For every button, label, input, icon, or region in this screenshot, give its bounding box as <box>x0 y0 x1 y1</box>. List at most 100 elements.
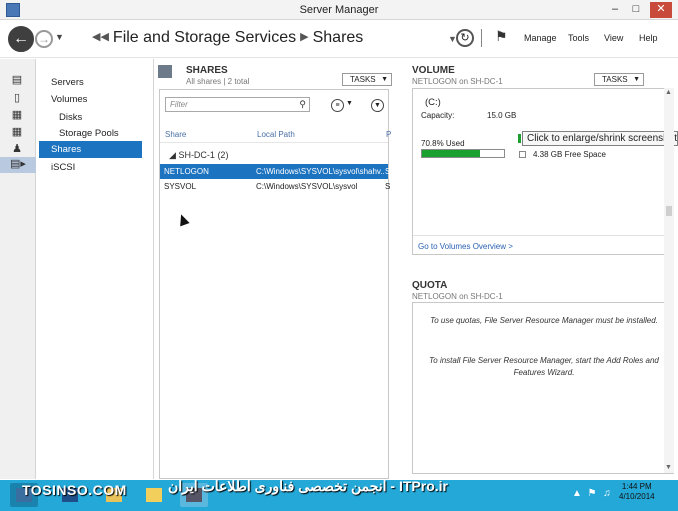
usage-bar <box>421 149 505 158</box>
clock-time: 1:44 PM <box>621 482 652 491</box>
sidebar-item-shares[interactable]: Shares <box>39 141 142 158</box>
quota-message-wizard[interactable]: To install File Server Resource Manager,… <box>425 355 663 379</box>
menu-manage[interactable]: Manage <box>524 33 557 43</box>
maximize-button[interactable]: □ <box>627 2 645 18</box>
volume-tasks-button[interactable]: TASKS ▼ <box>594 73 644 86</box>
used-legend-box <box>518 134 521 143</box>
icon-rail: ▤ ▯ ▦ ▦ ♟ ▤▸ <box>0 59 36 479</box>
taskbar: TOSINSO.COM انجمن تخصصی فناوری اطلاعات ا… <box>0 478 678 511</box>
flag-tray-icon[interactable]: ⚑ <box>586 488 598 500</box>
shares-list: Filter ⚲ ≡ ▼ ▼ Share Local Path P ◢ SH-D… <box>159 89 391 479</box>
drive-label: (C:) <box>425 97 441 108</box>
clock-date: 4/10/2014 <box>619 492 655 501</box>
column-header-protocol[interactable]: P <box>386 130 391 139</box>
sidebar-item-servers[interactable]: Servers <box>51 77 84 88</box>
capacity-label: Capacity: <box>421 111 455 120</box>
scroll-down-icon[interactable]: ▼ <box>665 464 672 471</box>
usage-bar-fill <box>422 150 481 157</box>
notifications-flag-icon[interactable]: ⚑ <box>495 28 508 45</box>
navigation-bar: ← → ▼ ◀◀ File and Storage Services ▶ Shares… <box>0 20 678 58</box>
list-options-icon[interactable]: ≡ <box>331 99 344 112</box>
chevron-right-icon: ▶ <box>300 31 309 43</box>
used-label: 70.8% Used <box>421 139 465 148</box>
share-protocol: S <box>385 182 391 191</box>
chevron-down-icon[interactable]: ▼ <box>346 100 353 107</box>
minimize-button[interactable]: – <box>606 2 624 18</box>
history-dropdown-icon[interactable]: ▼ <box>55 32 64 42</box>
file-storage-icon[interactable]: ▤▸ <box>0 157 36 173</box>
breadcrumb: ◀◀ File and Storage Services ▶ Shares <box>88 29 363 47</box>
back-button[interactable]: ← <box>8 26 34 52</box>
volume-tasks-label: TASKS <box>602 75 628 84</box>
clock[interactable]: 1:44 PM 4/10/2014 <box>619 482 655 502</box>
servers-group-icon[interactable]: ▦ <box>10 125 24 138</box>
share-name: SYSVOL <box>164 182 197 191</box>
title-bar: Server Manager – □ ✕ <box>0 0 678 20</box>
watermark-itpro: انجمن تخصصی فناوری اطلاعات ایران - ITPro… <box>168 478 448 494</box>
share-path: C:\Windows\SYSVOL\sysvol <box>256 182 358 191</box>
close-button[interactable]: ✕ <box>650 2 672 18</box>
table-row[interactable]: NETLOGON C:\Windows\SYSVOL\sysvol\shahv.… <box>160 164 391 179</box>
shares-tasks-button[interactable]: TASKS ▼ <box>342 73 392 86</box>
divider <box>160 142 388 143</box>
filter-input[interactable]: Filter ⚲ <box>165 97 310 112</box>
mouse-cursor-icon <box>176 212 190 227</box>
divider <box>413 235 673 236</box>
shares-panel: SHARES All shares | 2 total TASKS ▼ Filt… <box>156 62 396 480</box>
shares-icon <box>158 65 172 78</box>
column-header-share[interactable]: Share <box>165 130 186 139</box>
free-space-label: 4.38 GB Free Space <box>533 150 606 159</box>
scroll-up-icon[interactable]: ▲ <box>665 89 672 96</box>
expand-collapse-icon[interactable]: ▼ <box>371 99 384 112</box>
group-header[interactable]: ◢ SH-DC-1 (2) <box>169 150 228 161</box>
menu-view[interactable]: View <box>604 33 623 43</box>
quota-title: QUOTA <box>412 280 448 291</box>
watermark-tosinso: TOSINSO.COM <box>22 482 127 498</box>
volume-subtitle: NETLOGON on SH-DC-1 <box>412 77 503 86</box>
table-row[interactable]: SYSVOL C:\Windows\SYSVOL\sysvol S <box>160 179 391 194</box>
breadcrumb-separator-icon: ◀◀ <box>92 31 109 43</box>
window-title: Server Manager <box>299 4 379 16</box>
forward-button[interactable]: → <box>35 30 53 48</box>
group-label: SH-DC-1 (2) <box>178 150 229 160</box>
scrollbar-thumb[interactable] <box>666 206 672 216</box>
volume-panel: (C:) Capacity: 15.0 GB 70.8% Used 4.38 G… <box>412 88 674 255</box>
tooltip: Click to enlarge/shrink screenshot <box>522 131 678 146</box>
volume-title: VOLUME <box>412 65 455 76</box>
scrollbar[interactable]: ▲ ▼ <box>664 88 674 473</box>
quota-panel: To use quotas, File Server Resource Mana… <box>412 302 674 474</box>
menu-help[interactable]: Help <box>639 33 658 43</box>
column-header-local-path[interactable]: Local Path <box>257 130 295 139</box>
chevron-down-icon: ▼ <box>633 76 640 83</box>
local-server-icon[interactable]: ▯ <box>10 91 24 104</box>
volumes-overview-link[interactable]: Go to Volumes Overview > <box>418 242 513 251</box>
sidebar-item-volumes[interactable]: Volumes <box>51 94 87 105</box>
dashboard-icon[interactable]: ▤ <box>10 73 24 86</box>
chevron-down-icon: ▼ <box>381 76 388 83</box>
shares-tasks-label: TASKS <box>350 75 376 84</box>
taskbar-folder-icon[interactable] <box>140 483 168 507</box>
quota-message-install: To use quotas, File Server Resource Mana… <box>430 316 658 325</box>
share-path: C:\Windows\SYSVOL\sysvol\shahv... <box>256 167 384 176</box>
shares-title: SHARES <box>186 65 228 76</box>
free-space-legend-box <box>519 151 526 158</box>
ad-ds-icon[interactable]: ♟ <box>10 142 24 155</box>
all-servers-icon[interactable]: ▦ <box>10 108 24 121</box>
sidebar-item-storage-pools[interactable]: Storage Pools <box>59 128 119 139</box>
menu-tools[interactable]: Tools <box>568 33 589 43</box>
network-tray-icon[interactable]: ▲ <box>571 488 583 500</box>
refresh-icon[interactable]: ↻ <box>456 29 474 47</box>
share-name: NETLOGON <box>164 167 209 176</box>
breadcrumb-item-shares[interactable]: Shares <box>313 29 364 46</box>
search-icon[interactable]: ⚲ <box>299 98 306 111</box>
breadcrumb-item-file-storage[interactable]: File and Storage Services <box>113 29 296 46</box>
volume-tray-icon[interactable]: ♫ <box>601 488 613 500</box>
divider <box>481 29 482 47</box>
share-protocol: S <box>385 167 391 176</box>
sidebar-item-iscsi[interactable]: iSCSI <box>51 162 75 173</box>
quota-subtitle: NETLOGON on SH-DC-1 <box>412 292 503 301</box>
shares-subtitle: All shares | 2 total <box>186 77 250 86</box>
filter-placeholder: Filter <box>170 100 188 109</box>
sidebar-item-disks[interactable]: Disks <box>59 112 82 123</box>
capacity-value: 15.0 GB <box>487 111 517 120</box>
